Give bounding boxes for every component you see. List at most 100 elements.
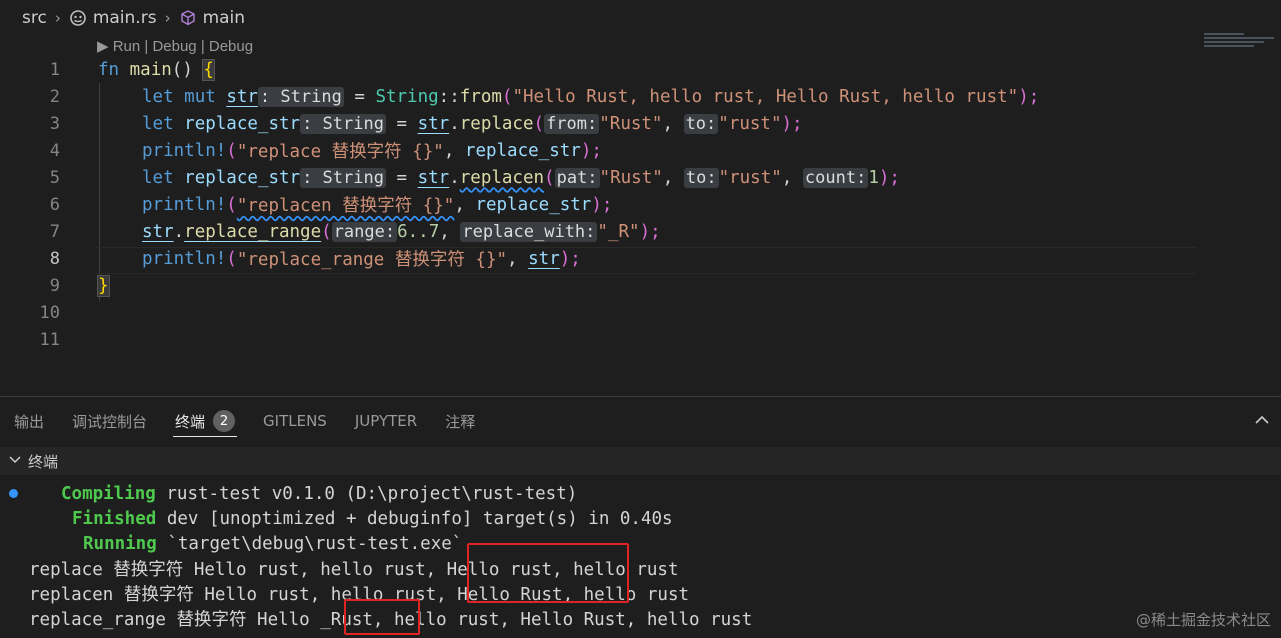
line-number: 4	[49, 140, 60, 161]
breadcrumb: src › main.rs › main	[0, 0, 1281, 36]
token-punct: .	[449, 113, 460, 134]
tab-comments[interactable]: 注释	[431, 397, 489, 445]
token-number: 1	[868, 167, 879, 188]
line-number: 9	[49, 275, 60, 296]
token-type: String	[375, 86, 439, 107]
token-keyword: fn	[98, 59, 120, 80]
code-line: 7 str. replace_range(range: 6..7, replace_…	[0, 218, 1200, 245]
code-line: 2 let mut str: String = String:: from("He…	[0, 83, 1200, 110]
terminal-line: Compiling rust-test v0.1.0 (D:\project\r…	[61, 483, 578, 504]
tab-jupyter[interactable]: JUPYTER	[341, 397, 431, 445]
token-punct: ,	[662, 167, 674, 188]
token-function: main	[129, 59, 172, 80]
tab-gitlens[interactable]: GITLENS	[249, 397, 341, 445]
token-punct: ,	[662, 113, 674, 134]
line-number: 3	[49, 113, 60, 134]
token-paren: (	[321, 221, 332, 242]
token-keyword: let	[142, 167, 174, 188]
token-brace: }	[97, 274, 110, 297]
terminal-section-header[interactable]: 终端	[0, 447, 1281, 475]
token-punct: ,	[507, 248, 518, 269]
codelens-run-debug[interactable]: ▶ Run | Debug | Debug	[97, 37, 253, 55]
token-keyword: mut	[184, 86, 216, 107]
token-op: =	[396, 113, 408, 134]
inlay-type-hint: : String	[300, 167, 386, 188]
token-paren: (	[533, 113, 545, 134]
token-brace: {	[202, 58, 215, 81]
token-paren: );	[559, 248, 581, 269]
inlay-type-hint: : String	[257, 86, 344, 107]
breadcrumb-file[interactable]: main.rs	[93, 8, 157, 28]
inlay-param-hint: replace_with:	[460, 221, 598, 242]
terminal-section-title: 终端	[28, 452, 59, 471]
token-variable: replace_str	[184, 113, 301, 134]
minimap[interactable]	[1204, 33, 1280, 49]
token-string: "rust"	[718, 113, 782, 134]
breadcrumb-src[interactable]: src	[22, 8, 47, 28]
breadcrumb-symbol[interactable]: main	[203, 8, 245, 28]
command-decoration-icon[interactable]	[9, 489, 18, 498]
chevron-down-icon	[8, 452, 22, 470]
token-function: replace_range	[184, 221, 322, 242]
token-string: "rust"	[718, 167, 782, 188]
token-paren: (	[226, 194, 237, 215]
token-punct: ::	[438, 86, 460, 107]
line-number: 6	[49, 194, 60, 215]
chevron-right-icon: ›	[164, 9, 171, 27]
token-paren: );	[781, 113, 803, 134]
code-line: 8 println!("replace_range 替换字符 {}", str)…	[0, 245, 1200, 272]
line-number: 8	[49, 248, 60, 269]
token-variable: str	[528, 248, 560, 269]
panel-tab-bar: 输出 调试控制台 终端 2 GITLENS JUPYTER 注释	[0, 397, 1281, 445]
token-function: from	[459, 86, 502, 107]
token-function: replace	[459, 113, 534, 134]
code-line: 1 fn main() {	[0, 56, 1200, 83]
token-variable: replace_str	[475, 194, 592, 215]
token-punct: .	[449, 167, 460, 188]
line-number: 10	[39, 302, 60, 323]
chevron-up-icon[interactable]	[1253, 411, 1271, 429]
token-punct: ()	[171, 59, 193, 80]
line-number: 11	[39, 329, 60, 350]
line-number: 2	[49, 86, 60, 107]
watermark: @稀土掘金技术社区	[1135, 611, 1271, 629]
token-punct: ,	[443, 140, 455, 161]
tab-debug-console[interactable]: 调试控制台	[58, 397, 161, 445]
token-paren: );	[580, 140, 602, 161]
token-paren: );	[591, 194, 613, 215]
inlay-param-hint: from:	[544, 113, 600, 134]
terminal-line: Finished dev [unoptimized + debuginfo] t…	[72, 508, 673, 529]
tab-output[interactable]: 输出	[0, 397, 58, 445]
code-line: 10	[0, 299, 1200, 326]
chevron-right-icon: ›	[54, 9, 61, 27]
cube-symbol-icon	[179, 9, 197, 27]
token-function: replacen	[459, 167, 545, 188]
token-string: "replacen 替换字符 {}"	[236, 196, 455, 216]
line-number: 5	[49, 167, 60, 188]
inlay-param-hint: to:	[683, 113, 719, 134]
code-editor[interactable]: 1 fn main() { 2 let mut str: String = St…	[0, 56, 1281, 396]
bottom-panel: 输出 调试控制台 终端 2 GITLENS JUPYTER 注释 终端 Compi…	[0, 396, 1281, 638]
token-variable: str	[417, 113, 450, 134]
token-macro: println!	[142, 194, 227, 215]
token-string: "_R"	[597, 221, 640, 242]
token-paren: );	[878, 167, 900, 188]
token-paren: (	[226, 140, 237, 161]
token-punct: ,	[454, 194, 465, 215]
token-punct: ,	[781, 167, 793, 188]
inlay-param-hint: to:	[683, 167, 719, 188]
code-line: 9 }	[0, 272, 1200, 299]
rust-file-icon	[69, 9, 87, 27]
token-punct: .	[173, 221, 185, 242]
inlay-param-hint: range:	[331, 221, 398, 242]
token-keyword: let	[142, 113, 174, 134]
tab-terminal[interactable]: 终端 2	[161, 397, 249, 445]
code-line: 3 let replace_str: String = str. replace(…	[0, 110, 1200, 137]
token-string: "Hello Rust, hello rust, Hello Rust, hel…	[512, 86, 1019, 107]
highlight-box	[344, 599, 420, 635]
terminal-count-badge: 2	[213, 410, 236, 432]
token-op: =	[396, 167, 408, 188]
code-line: 4 println!("replace 替换字符 {}", replace_st…	[0, 137, 1200, 164]
terminal-line: Running `target\debug\rust-test.exe`	[83, 533, 463, 554]
token-paren: (	[501, 86, 513, 107]
